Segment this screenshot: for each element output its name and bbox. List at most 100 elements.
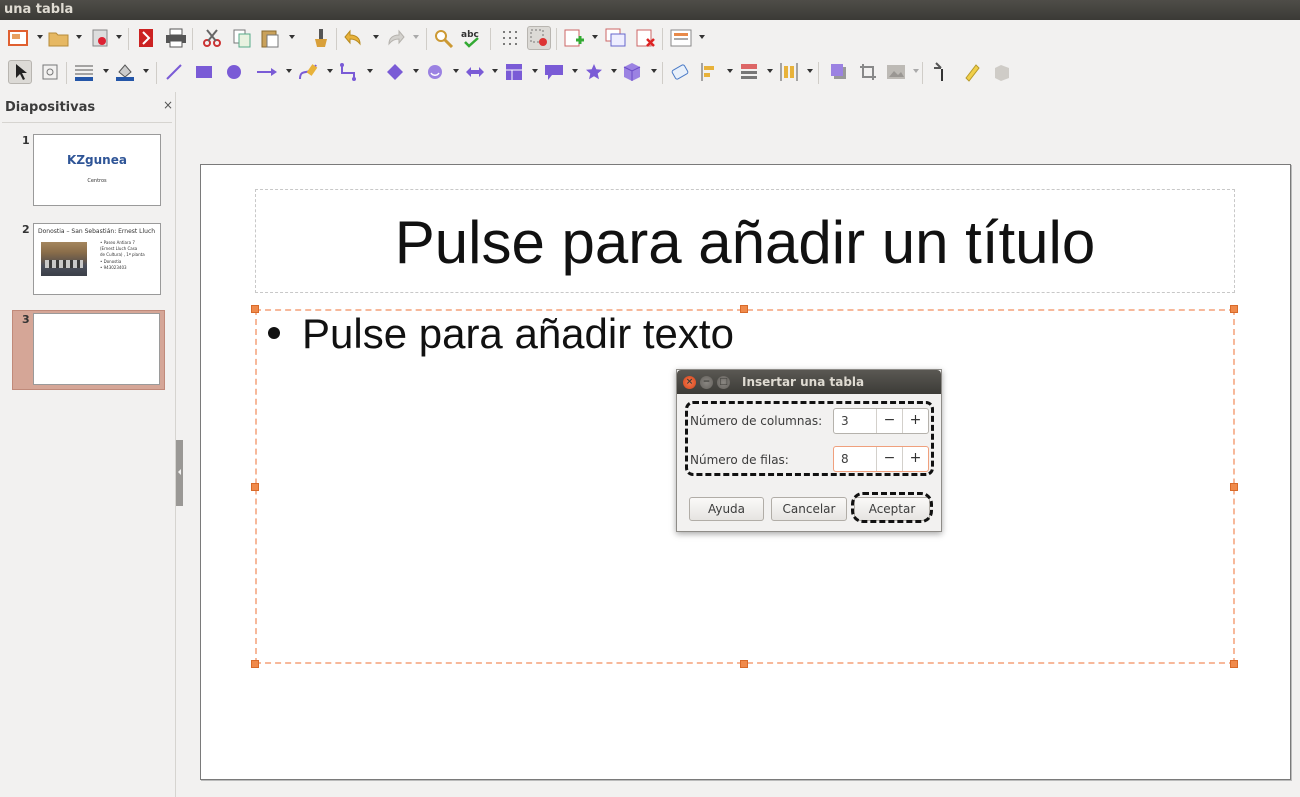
glue-points-icon[interactable] [960,60,984,84]
slides-pane-title: Diapositivas [5,100,96,115]
symbol-shapes-icon[interactable] [423,60,447,84]
copy-icon[interactable] [230,26,254,50]
arrange-icon[interactable] [737,60,761,84]
dialog-maximize-icon[interactable]: □ [717,376,730,389]
clone-formatting-icon[interactable] [309,26,333,50]
shadow-icon[interactable] [827,60,851,84]
new-dropdown-arrow[interactable] [37,35,43,39]
thumb-title: KZgunea [67,153,127,167]
align-dropdown-arrow[interactable] [727,69,733,73]
block-arrows-dropdown-arrow[interactable] [492,69,498,73]
callouts-dropdown-arrow[interactable] [572,69,578,73]
curve-dropdown-arrow[interactable] [327,69,333,73]
slide-thumbnail-3[interactable] [33,313,160,385]
cancel-button[interactable]: Cancelar [771,497,847,521]
lines-arrows-dropdown-arrow[interactable] [286,69,292,73]
find-replace-icon[interactable] [432,26,456,50]
print-icon[interactable] [164,26,188,50]
thumb-bullet: • 943023403 [100,265,127,270]
slides-pane: Diapositivas × 1 KZgunea Centros 2 Donos… [0,92,176,797]
slide-layout-icon[interactable] [669,26,693,50]
drawing-toolbar [0,56,1300,90]
flowchart-dropdown-arrow[interactable] [532,69,538,73]
thumb-bullet: (Ernest Lluch Casa [100,246,138,251]
dialog-titlebar[interactable]: × − □ Insertar una tabla [677,370,941,394]
undo-dropdown-arrow[interactable] [373,35,379,39]
ellipse-tool-icon[interactable] [222,60,246,84]
redo-icon [383,26,407,50]
highlight-outline-accept [851,492,933,523]
dialog-minimize-icon[interactable]: − [700,376,713,389]
new-slide-page-icon[interactable] [562,26,586,50]
close-pane-icon[interactable]: × [163,98,173,112]
slide-number: 1 [22,134,30,147]
block-arrows-icon[interactable] [463,60,487,84]
helplines-icon[interactable] [527,26,551,50]
points-edit-icon[interactable] [930,60,954,84]
delete-slide-icon[interactable] [634,26,658,50]
export-pdf-icon[interactable] [134,26,158,50]
3d-objects-dropdown-arrow[interactable] [651,69,657,73]
zoom-pan-icon[interactable] [38,60,62,84]
paste-dropdown-arrow[interactable] [289,35,295,39]
slide-thumbnail-2[interactable]: Donostia – San Sebastián: Ernest Lluch •… [33,223,161,295]
title-placeholder-text: Pulse para añadir un título [394,209,1096,276]
thumb-bullet: • Donostia [100,259,122,264]
slide-thumbnail-1[interactable]: KZgunea Centros [33,134,161,206]
grid-icon[interactable] [498,26,522,50]
resize-handle-bottom-left[interactable] [251,660,259,668]
stars-icon[interactable] [582,60,606,84]
line-color-icon[interactable] [72,60,96,84]
rotate-icon[interactable] [668,60,692,84]
line-color-dropdown-arrow[interactable] [103,69,109,73]
pane-splitter-handle[interactable] [176,440,183,506]
resize-handle-bottom[interactable] [740,660,748,668]
3d-objects-icon[interactable] [620,60,644,84]
resize-handle-top[interactable] [740,305,748,313]
connector-dropdown-arrow[interactable] [367,69,373,73]
connector-tool-icon[interactable] [337,60,361,84]
spelling-icon[interactable]: abc [460,26,484,50]
help-button[interactable]: Ayuda [689,497,764,521]
basic-shapes-dropdown-arrow[interactable] [413,69,419,73]
distribute-icon[interactable] [777,60,801,84]
resize-handle-top-left[interactable] [251,305,259,313]
line-tool-icon[interactable] [162,60,186,84]
title-placeholder[interactable]: Pulse para añadir un título [255,189,1235,293]
callouts-icon[interactable] [542,60,566,84]
select-pointer-icon[interactable] [8,60,32,84]
curve-tool-icon[interactable] [296,60,320,84]
line-arrow-icon[interactable] [255,60,279,84]
fill-color-icon[interactable] [113,60,137,84]
align-icon[interactable] [697,60,721,84]
resize-handle-left[interactable] [251,483,259,491]
fill-color-dropdown-arrow[interactable] [143,69,149,73]
cut-icon[interactable] [200,26,224,50]
symbol-shapes-dropdown-arrow[interactable] [453,69,459,73]
distribute-dropdown-arrow[interactable] [807,69,813,73]
dialog-title: Insertar una tabla [742,375,865,389]
open-folder-icon[interactable] [47,26,71,50]
open-dropdown-arrow[interactable] [76,35,82,39]
layout-dropdown-arrow[interactable] [699,35,705,39]
new-slide-icon[interactable] [6,26,30,50]
duplicate-slide-icon[interactable] [604,26,628,50]
basic-shapes-icon[interactable] [383,60,407,84]
undo-icon[interactable] [342,26,366,50]
paste-icon[interactable] [258,26,282,50]
crop-icon[interactable] [856,60,880,84]
stars-dropdown-arrow[interactable] [611,69,617,73]
flowchart-icon[interactable] [502,60,526,84]
resize-handle-right[interactable] [1230,483,1238,491]
resize-handle-bottom-right[interactable] [1230,660,1238,668]
dialog-close-icon[interactable]: × [683,376,696,389]
content-placeholder-text: Pulse para añadir texto [302,310,734,357]
arrange-dropdown-arrow[interactable] [767,69,773,73]
resize-handle-top-right[interactable] [1230,305,1238,313]
thumb-title: Donostia – San Sebastián: Ernest Lluch [38,228,156,235]
save-dropdown-arrow[interactable] [116,35,122,39]
thumb-bullet: de Cultura) , 1ª planta [100,252,145,257]
rectangle-tool-icon[interactable] [192,60,216,84]
save-icon[interactable] [88,26,112,50]
new-page-dropdown-arrow[interactable] [592,35,598,39]
